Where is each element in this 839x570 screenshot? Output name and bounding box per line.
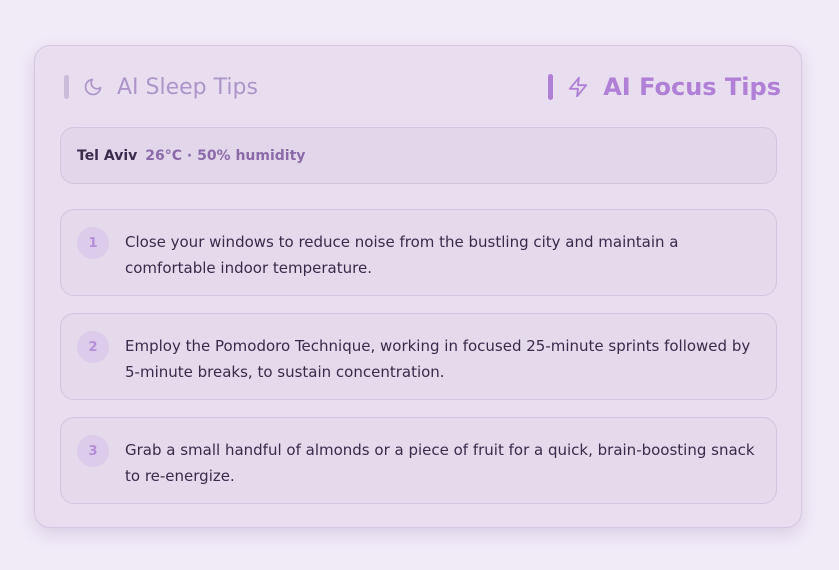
tip-text: Employ the Pomodoro Technique, working i… xyxy=(125,337,751,381)
tip-number-badge: 1 xyxy=(77,227,109,259)
weather-conditions: 26°C · 50% humidity xyxy=(145,147,306,164)
tip-text: Grab a small handful of almonds or a pie… xyxy=(125,441,755,485)
tip-item: 2 Employ the Pomodoro Technique, working… xyxy=(60,313,777,400)
tip-number-badge: 2 xyxy=(77,331,109,363)
tab-focus-label: AI Focus Tips xyxy=(603,73,781,101)
tab-indicator-active xyxy=(548,74,554,100)
tab-sleep-tips[interactable]: AI Sleep Tips xyxy=(64,74,258,100)
tip-text: Close your windows to reduce noise from … xyxy=(125,233,679,277)
tab-focus-tips[interactable]: AI Focus Tips xyxy=(548,72,781,102)
tip-number-badge: 3 xyxy=(77,435,109,467)
tip-item: 3 Grab a small handful of almonds or a p… xyxy=(60,417,777,504)
tab-indicator xyxy=(64,75,69,99)
tab-sleep-label: AI Sleep Tips xyxy=(117,74,258,100)
weather-summary: Tel Aviv 26°C · 50% humidity xyxy=(60,127,777,184)
tip-item: 1 Close your windows to reduce noise fro… xyxy=(60,209,777,296)
moon-icon xyxy=(83,77,103,97)
lightning-icon xyxy=(567,76,589,98)
weather-city: Tel Aviv xyxy=(77,147,138,164)
tips-card: AI Sleep Tips AI Focus Tips Tel Aviv 26°… xyxy=(34,45,802,528)
